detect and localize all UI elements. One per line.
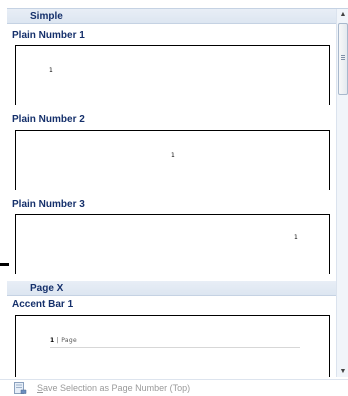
preview-page-number: 1 [49,67,53,74]
grip-line [341,55,345,56]
item-title-plain-number-3: Plain Number 3 [12,199,85,210]
item-title-plain-number-1: Plain Number 1 [12,30,85,41]
grip-line [341,59,345,60]
scroll-down-icon[interactable]: ▼ [337,366,348,377]
save-selection-icon [14,382,27,394]
gallery-item-accent-bar-1[interactable]: 1 | Page [15,315,330,377]
page-number-gallery: Simple Plain Number 1 1 Plain Number 2 1… [7,8,348,377]
preview-accent-line [50,347,300,348]
drag-marker [0,263,9,266]
section-header-simple: Simple [7,9,336,24]
scroll-up-icon[interactable]: ▲ [337,9,348,21]
save-selection-command[interactable]: Save Selection as Page Number (Top) [0,379,348,396]
grip-line [341,57,345,58]
preview-accent-text: 1 | Page [50,337,77,344]
save-selection-label: Save Selection as Page Number (Top) [37,383,191,393]
preview-page-word: Page [61,337,77,344]
preview-page-number: 1 [50,337,55,344]
scroll-thumb[interactable] [338,23,348,95]
section-header-page-x: Page X [7,281,336,296]
preview-page-number: 1 [171,152,175,159]
item-title-plain-number-2: Plain Number 2 [12,114,85,125]
gallery-item-plain-number-2[interactable]: 1 [15,130,330,190]
gallery-item-plain-number-1[interactable]: 1 [15,45,330,105]
gallery-item-plain-number-3[interactable]: 1 [15,214,330,274]
vertical-scrollbar[interactable]: ▲ ▼ [336,9,348,377]
preview-page-number: 1 [294,234,298,241]
gallery-content: Simple Plain Number 1 1 Plain Number 2 1… [7,9,336,377]
item-title-accent-bar-1: Accent Bar 1 [12,299,74,310]
